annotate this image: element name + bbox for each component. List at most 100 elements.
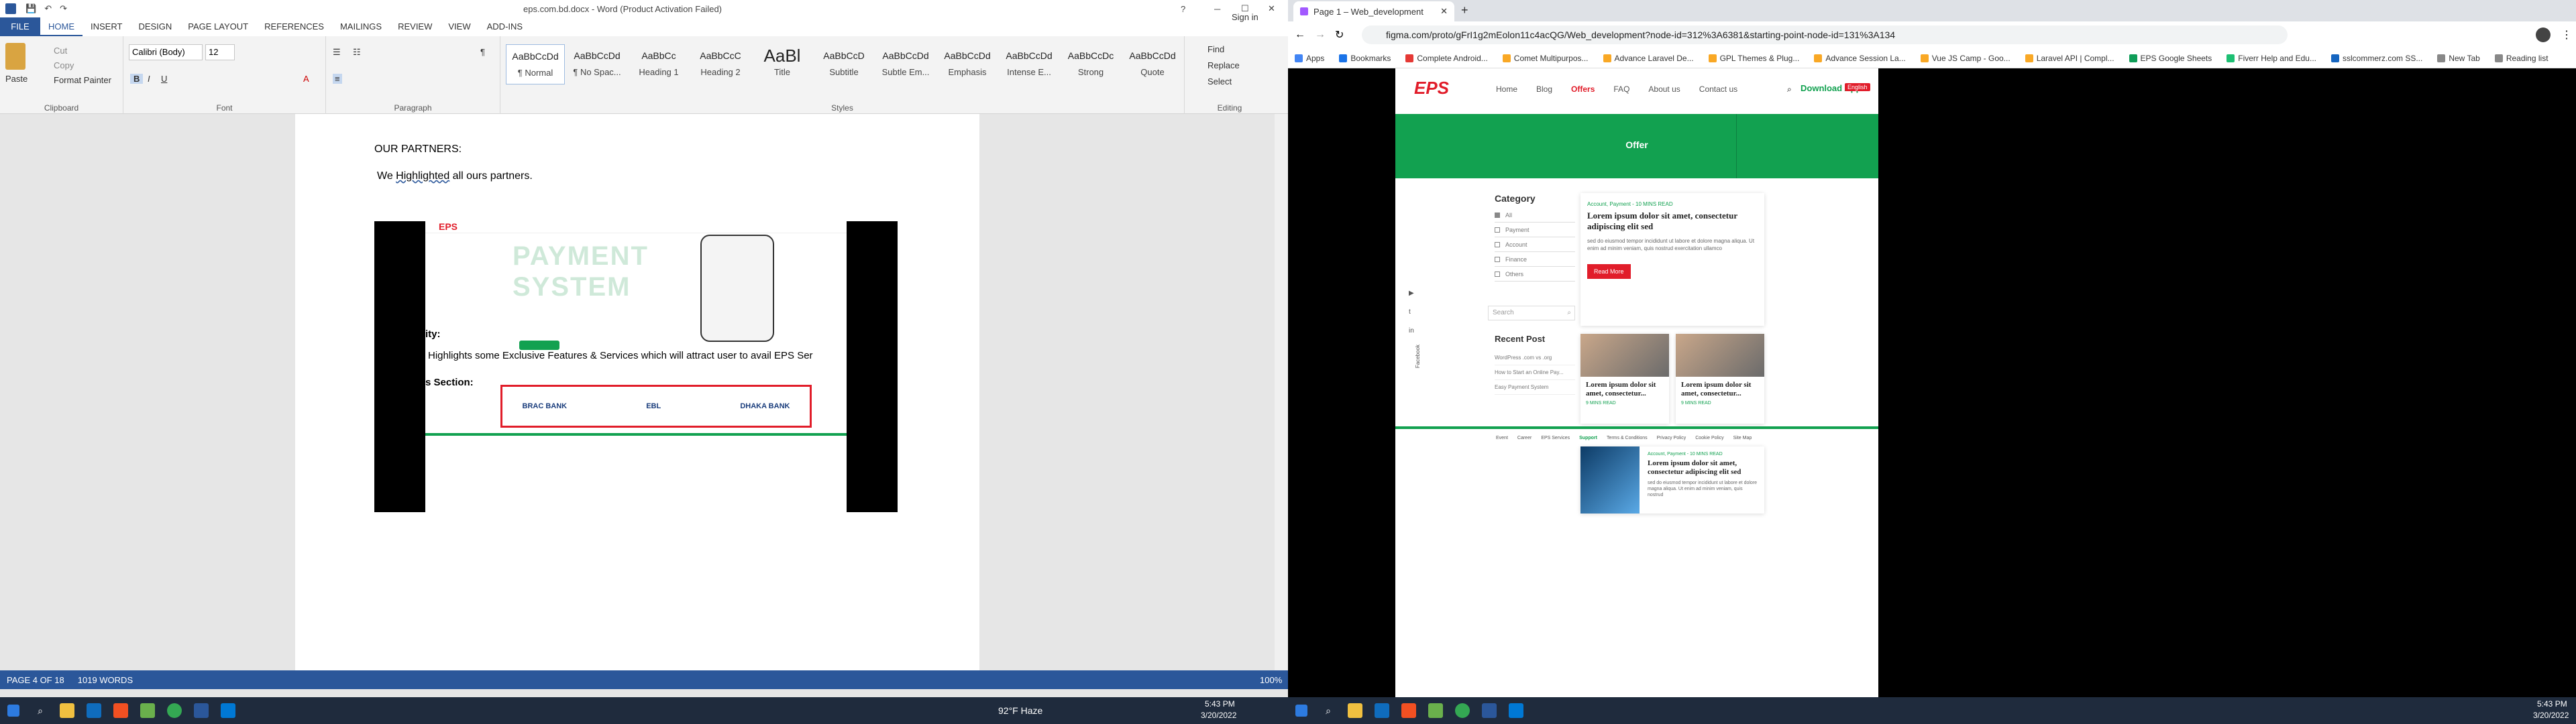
style-6[interactable]: AaBbCcDd Subtle Em...	[876, 44, 935, 84]
site-nav-blog[interactable]: Blog	[1536, 84, 1552, 94]
bookmark-item[interactable]: EPS Google Sheets	[2129, 54, 2212, 63]
profile-avatar[interactable]	[2536, 27, 2551, 42]
site-nav-home[interactable]: Home	[1496, 84, 1517, 94]
clock-date-2[interactable]: 3/20/2022	[2533, 711, 2569, 720]
clock-time-2[interactable]: 5:43 PM	[2537, 699, 2567, 709]
align-left-icon[interactable]: ≡	[333, 74, 342, 84]
outlook-icon[interactable]	[80, 697, 107, 724]
clock-time[interactable]: 5:43 PM	[1205, 699, 1235, 709]
bookmark-item[interactable]: Vue JS Camp - Goo...	[1920, 54, 2010, 63]
category-checkbox[interactable]	[1495, 241, 1500, 247]
back-icon[interactable]: ←	[1295, 29, 1305, 41]
weather-widget[interactable]: 92°F Haze	[998, 705, 1042, 716]
word-count[interactable]: 1019 WORDS	[78, 675, 133, 685]
forward-icon[interactable]: →	[1315, 29, 1326, 41]
bookmark-item[interactable]: Bookmarks	[1339, 54, 1391, 63]
tab-insert[interactable]: INSERT	[83, 17, 130, 36]
search-icon-2[interactable]: ⌕	[1315, 697, 1342, 724]
copy-button[interactable]: Copy	[54, 60, 74, 70]
paste-icon[interactable]	[5, 43, 25, 70]
tab-home[interactable]: HOME	[40, 17, 83, 36]
bookmark-item[interactable]: Fiverr Help and Edu...	[2226, 54, 2316, 63]
close-button[interactable]: ✕	[1268, 3, 1275, 14]
replace-button[interactable]: Replace	[1208, 60, 1240, 70]
tab-references[interactable]: REFERENCES	[256, 17, 332, 36]
category-checkbox[interactable]	[1495, 271, 1500, 277]
recent-post-link[interactable]: WordPress .com vs .org	[1495, 351, 1575, 365]
bluestacks-icon-2[interactable]	[1422, 697, 1449, 724]
bookmark-item[interactable]: Apps	[1295, 54, 1324, 63]
find-button[interactable]: Find	[1208, 44, 1224, 54]
category-checkbox[interactable]	[1495, 212, 1500, 218]
redo-icon[interactable]: ↷	[60, 3, 67, 14]
category-checkbox[interactable]	[1495, 227, 1500, 233]
reload-icon[interactable]: ↻	[1335, 28, 1344, 42]
bookmark-item[interactable]: Complete Android...	[1405, 54, 1488, 63]
read-more-button[interactable]: Read More	[1587, 264, 1631, 279]
cut-button[interactable]: Cut	[54, 46, 67, 56]
footer-link[interactable]: Career	[1517, 436, 1532, 440]
category-item[interactable]: Account	[1495, 237, 1575, 252]
chrome-icon[interactable]	[161, 697, 188, 724]
bookmark-item[interactable]: GPL Themes & Plug...	[1708, 54, 1799, 63]
help-icon[interactable]: ?	[1181, 4, 1185, 14]
font-name-select[interactable]: Calibri (Body)	[129, 44, 203, 60]
menu-icon[interactable]: ⋮	[2561, 28, 2572, 42]
style-0[interactable]: AaBbCcDd ¶ Normal	[506, 44, 565, 84]
site-logo[interactable]: EPS	[1414, 78, 1449, 99]
document-page[interactable]: OUR PARTNERS: We Highlighted all ours pa…	[295, 114, 979, 670]
underline-button[interactable]: U	[161, 74, 167, 84]
footer-link[interactable]: Event	[1496, 436, 1508, 440]
pilcrow-icon[interactable]: ¶	[480, 47, 485, 57]
site-search-icon[interactable]: ⌕	[1787, 84, 1792, 95]
windows-start-icon-2[interactable]	[1288, 697, 1315, 724]
style-2[interactable]: AaBbCc Heading 1	[629, 44, 688, 84]
tab-close-icon[interactable]: ✕	[1440, 6, 1448, 17]
site-search[interactable]: Search ⌕	[1488, 306, 1575, 320]
tab-design[interactable]: DESIGN	[130, 17, 180, 36]
tab-review[interactable]: REVIEW	[390, 17, 440, 36]
chrome-icon-2[interactable]	[1449, 697, 1476, 724]
tab-file[interactable]: FILE	[0, 17, 40, 36]
bullets-icon[interactable]: ☰	[333, 47, 341, 58]
style-3[interactable]: AaBbCcC Heading 2	[691, 44, 750, 84]
font-size-select[interactable]: 12	[205, 44, 235, 60]
footer-link[interactable]: Privacy Policy	[1657, 436, 1686, 440]
browser-tab[interactable]: Page 1 – Web_development ✕	[1293, 1, 1454, 21]
style-4[interactable]: AaBl Title	[753, 44, 812, 84]
minimize-button[interactable]: ─	[1214, 4, 1220, 14]
italic-button[interactable]: I	[148, 74, 150, 84]
search-icon[interactable]: ⌕	[27, 697, 54, 724]
bookmark-item[interactable]: Advance Session La...	[1814, 54, 1906, 63]
site-nav-about-us[interactable]: About us	[1648, 84, 1680, 94]
category-item[interactable]: Others	[1495, 267, 1575, 282]
windows-start-icon[interactable]	[0, 697, 27, 724]
style-10[interactable]: AaBbCcDd Quote	[1123, 44, 1182, 84]
category-item[interactable]: All	[1495, 208, 1575, 223]
font-color-icon[interactable]: A	[303, 74, 309, 84]
zoom-level[interactable]: 100%	[1260, 675, 1282, 685]
bluestacks-icon[interactable]	[134, 697, 161, 724]
site-nav-faq[interactable]: FAQ	[1613, 84, 1629, 94]
clock-date[interactable]: 3/20/2022	[1201, 711, 1236, 720]
post1-title[interactable]: Lorem ipsum dolor sit amet, consectetur …	[1587, 210, 1758, 232]
footer-link[interactable]: Cookie Policy	[1695, 436, 1723, 440]
linkedin-icon[interactable]: in	[1409, 322, 1415, 341]
outlook-icon-2[interactable]	[1368, 697, 1395, 724]
post-card-1[interactable]: Lorem ipsum dolor sit amet, consectetur.…	[1580, 334, 1669, 424]
brave-icon-2[interactable]	[1395, 697, 1422, 724]
category-item[interactable]: Payment	[1495, 223, 1575, 237]
language-button[interactable]: English	[1845, 83, 1870, 91]
save-icon[interactable]: 💾	[25, 3, 36, 14]
recent-post-link[interactable]: How to Start an Online Pay...	[1495, 365, 1575, 380]
tab-view[interactable]: VIEW	[440, 17, 478, 36]
recent-post-link[interactable]: Easy Payment System	[1495, 380, 1575, 395]
tab-mailings[interactable]: MAILINGS	[332, 17, 390, 36]
youtube-icon[interactable]: ▶	[1409, 284, 1415, 303]
style-8[interactable]: AaBbCcDd Intense E...	[1000, 44, 1059, 84]
format-painter-button[interactable]: Format Painter	[54, 75, 111, 85]
footer-link[interactable]: Terms & Conditions	[1607, 436, 1648, 440]
new-tab-button[interactable]: +	[1461, 3, 1468, 17]
site-nav-contact-us[interactable]: Contact us	[1699, 84, 1737, 94]
bookmark-item[interactable]: Comet Multipurpos...	[1502, 54, 1589, 63]
